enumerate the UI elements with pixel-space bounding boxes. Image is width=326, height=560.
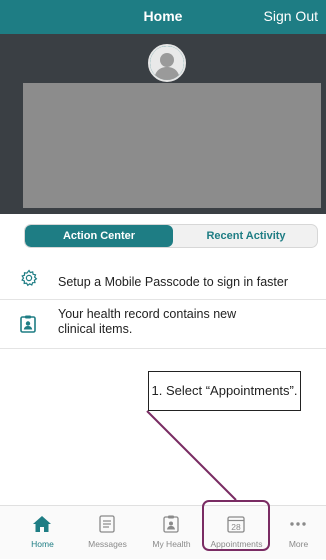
tab-recent-activity[interactable]: Recent Activity <box>173 225 317 247</box>
tab-label: More <box>288 539 309 549</box>
messages-icon <box>97 514 117 539</box>
app-header: Home Sign Out <box>0 0 326 34</box>
tab-home[interactable]: Home <box>10 506 75 560</box>
tab-label: My Health <box>152 539 191 549</box>
profile-card <box>23 83 321 208</box>
action-item-label: Your health record contains new clinical… <box>58 307 237 336</box>
tab-appointments[interactable]: 28 Appointments <box>204 506 269 560</box>
bottom-tab-bar: Home Messages My Health 28 Appointments … <box>0 505 326 559</box>
avatar[interactable] <box>148 44 186 82</box>
user-silhouette-icon <box>150 46 184 80</box>
sign-out-button[interactable]: Sign Out <box>264 8 318 24</box>
action-item-passcode[interactable]: Setup a Mobile Passcode to sign in faste… <box>0 264 326 300</box>
my-health-icon <box>161 514 181 539</box>
tab-my-health[interactable]: My Health <box>139 506 204 560</box>
tab-action-center[interactable]: Action Center <box>25 225 173 247</box>
more-icon <box>288 514 308 539</box>
tab-messages[interactable]: Messages <box>75 506 140 560</box>
profile-area <box>0 34 326 214</box>
calendar-icon: 28 <box>226 514 246 539</box>
calendar-date-badge: 28 <box>231 522 241 532</box>
activity-segmented-control: Action Center Recent Activity <box>24 224 318 248</box>
action-item-health-record[interactable]: Your health record contains new clinical… <box>0 301 326 349</box>
tab-label: Messages <box>88 539 127 549</box>
home-icon <box>32 514 52 539</box>
action-item-label: Setup a Mobile Passcode to sign in faste… <box>58 275 288 289</box>
gear-icon <box>20 269 38 292</box>
tab-label: Appointments <box>210 539 263 549</box>
tab-label: Home <box>31 539 54 549</box>
instruction-callout: 1. Select “Appointments”. <box>148 371 301 411</box>
tab-more[interactable]: More <box>266 506 326 560</box>
health-record-icon <box>20 315 36 338</box>
